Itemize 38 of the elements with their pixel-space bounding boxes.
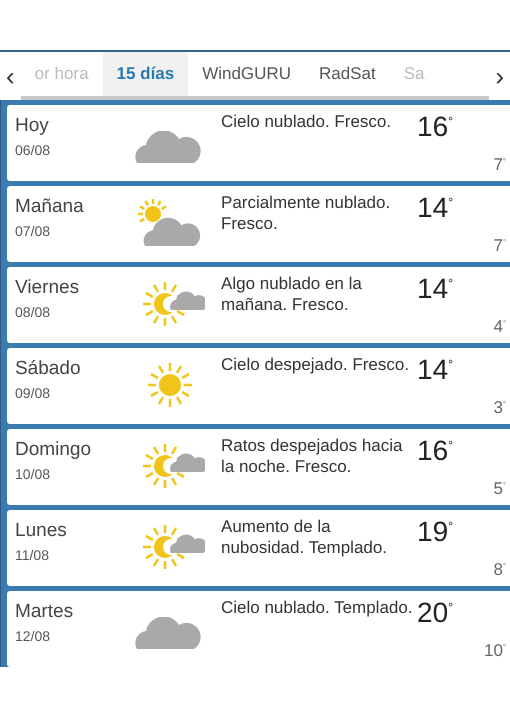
weather-description: Parcialmente nublado. Fresco.: [221, 192, 392, 234]
day-name: Sábado: [15, 358, 82, 380]
date-label: 08/08: [15, 304, 52, 320]
min-temperature: 10$^{°}$: [484, 641, 506, 661]
day-name: Lunes: [15, 520, 68, 542]
max-temperature: 14$^{°}$: [417, 353, 454, 386]
min-temperature: 7$^{°}$: [493, 236, 506, 256]
tab[interactable]: 15 días: [102, 52, 188, 96]
min-temperature: 8$^{°}$: [493, 560, 506, 580]
max-temperature: 16$^{°}$: [417, 110, 454, 143]
weather-description: Cielo nublado. Fresco.: [221, 111, 392, 132]
date-label: 12/08: [15, 628, 52, 644]
day-name: Viernes: [15, 277, 80, 299]
date-label: 10/08: [15, 466, 52, 482]
max-temperature: 20$^{°}$: [417, 596, 454, 629]
day-name: Mañana: [15, 196, 85, 218]
min-temperature: 3$^{°}$: [493, 398, 506, 418]
date-label: 06/08: [15, 142, 52, 158]
max-temperature: 16$^{°}$: [417, 434, 454, 467]
date-label: 09/08: [15, 385, 52, 401]
weather-description: Cielo despejado. Fresco.: [221, 354, 410, 376]
weather-description: Ratos despejados hacia la noche. Fresco.: [221, 435, 404, 478]
max-temperature: 14$^{°}$: [417, 191, 454, 224]
min-temperature: 4$^{°}$: [493, 317, 506, 337]
weather-description: Algo nublado en la mañana. Fresco.: [221, 273, 363, 316]
max-temperature: 14$^{°}$: [417, 272, 454, 305]
previous-button[interactable]: ‹: [0, 52, 21, 100]
day-name: Hoy: [15, 115, 50, 137]
date-label: 11/08: [15, 547, 50, 563]
day-name: Martes: [15, 601, 74, 623]
weather-description: Cielo nublado. Templado.: [221, 597, 414, 618]
min-temperature: 5$^{°}$: [493, 479, 506, 499]
min-temperature: 7$^{°}$: [493, 155, 506, 175]
day-name: Domingo: [15, 439, 92, 461]
next-button[interactable]: ›: [489, 52, 510, 100]
date-label: 07/08: [15, 223, 52, 239]
max-temperature: 19$^{°}$: [417, 515, 454, 548]
weather-description: Aumento de la nubosidad. Templado.: [221, 516, 388, 558]
